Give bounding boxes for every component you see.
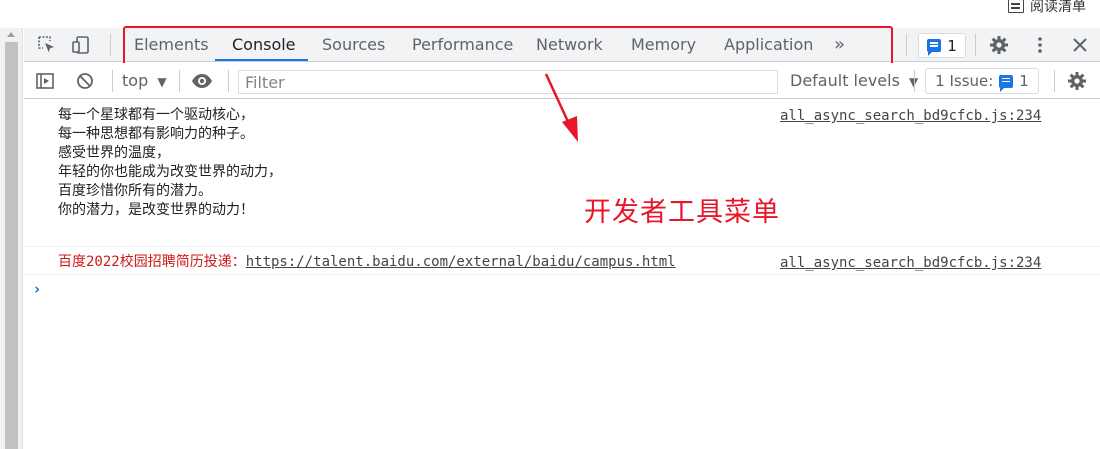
issues-button[interactable]: 1 Issue: 1 — [925, 68, 1039, 94]
context-selector[interactable]: top ▼ — [122, 63, 167, 99]
messages-badge[interactable]: 1 — [918, 33, 966, 58]
reading-list-icon — [1008, 0, 1024, 13]
filter-input[interactable] — [238, 70, 778, 94]
device-toolbar-icon[interactable] — [70, 34, 92, 56]
tab-bar-divider — [975, 34, 976, 56]
campus-link[interactable]: https://talent.baidu.com/external/baidu/… — [246, 254, 676, 270]
scroll-up-arrow-icon[interactable] — [7, 32, 15, 37]
live-expression-eye-icon[interactable] — [191, 70, 213, 92]
console-message-text: 百度2022校园招聘简历投递：https://talent.baidu.com/… — [58, 253, 676, 272]
tab-application[interactable]: Application — [724, 28, 813, 62]
tab-performance[interactable]: Performance — [412, 28, 513, 62]
log-levels-dropdown[interactable]: Default levels ▼ — [790, 63, 918, 99]
tab-console[interactable]: Console — [232, 28, 296, 62]
tab-sources[interactable]: Sources — [322, 28, 385, 62]
dropdown-caret-icon: ▼ — [157, 75, 167, 89]
page-top-strip: 阅读清单 — [0, 0, 1100, 22]
show-sidebar-icon[interactable] — [34, 70, 56, 92]
more-tabs-button[interactable]: » — [834, 28, 845, 62]
message-icon — [927, 39, 942, 56]
more-options-kebab-icon[interactable] — [1029, 34, 1051, 56]
toolbar-divider — [1054, 70, 1055, 92]
message-count: 1 — [947, 36, 957, 55]
toolbar-divider — [179, 70, 180, 92]
console-prompt-icon[interactable]: › — [34, 280, 40, 298]
issue-icon — [999, 74, 1014, 92]
annotation-label: 开发者工具菜单 — [584, 197, 780, 228]
active-tab-indicator — [215, 59, 308, 61]
log-levels-label: Default levels — [790, 71, 900, 90]
reading-list-label: 阅读清单 — [1030, 0, 1086, 15]
annotation-arrow-icon — [544, 73, 578, 142]
scrollbar-thumb[interactable] — [5, 42, 18, 449]
console-output: 每一个星球都有一个驱动核心， 每一种思想都有影响力的种子。 感受世界的温度， 年… — [24, 100, 1100, 449]
settings-gear-icon[interactable] — [988, 34, 1010, 56]
tab-memory[interactable]: Memory — [631, 28, 696, 62]
clear-console-icon[interactable] — [74, 70, 96, 92]
inspect-element-icon[interactable] — [36, 34, 58, 56]
console-message-text: 每一个星球都有一个驱动核心， 每一种思想都有影响力的种子。 感受世界的温度， 年… — [58, 107, 282, 218]
toolbar-divider — [914, 70, 915, 92]
toolbar-divider — [112, 70, 113, 92]
message-separator — [24, 246, 1100, 247]
context-value: top — [122, 71, 149, 90]
tab-network[interactable]: Network — [536, 28, 603, 62]
source-link[interactable]: all_async_search_bd9cfcb.js:234 — [780, 255, 1041, 271]
tab-bar-divider — [906, 34, 907, 56]
reading-list-button[interactable]: 阅读清单 — [1008, 0, 1086, 16]
recruit-text: 百度2022校园招聘简历投递： — [58, 254, 246, 270]
page-scrollbar[interactable] — [0, 28, 23, 449]
console-settings-gear-icon[interactable] — [1066, 70, 1088, 92]
message-separator — [24, 274, 1100, 275]
close-icon[interactable] — [1069, 34, 1091, 56]
issues-label: 1 Issue: — [935, 72, 994, 90]
tab-bar-divider — [110, 34, 111, 56]
tab-elements[interactable]: Elements — [134, 28, 209, 62]
source-link[interactable]: all_async_search_bd9cfcb.js:234 — [780, 108, 1041, 124]
issues-count: 1 — [1019, 72, 1029, 90]
toolbar-divider — [228, 70, 229, 92]
